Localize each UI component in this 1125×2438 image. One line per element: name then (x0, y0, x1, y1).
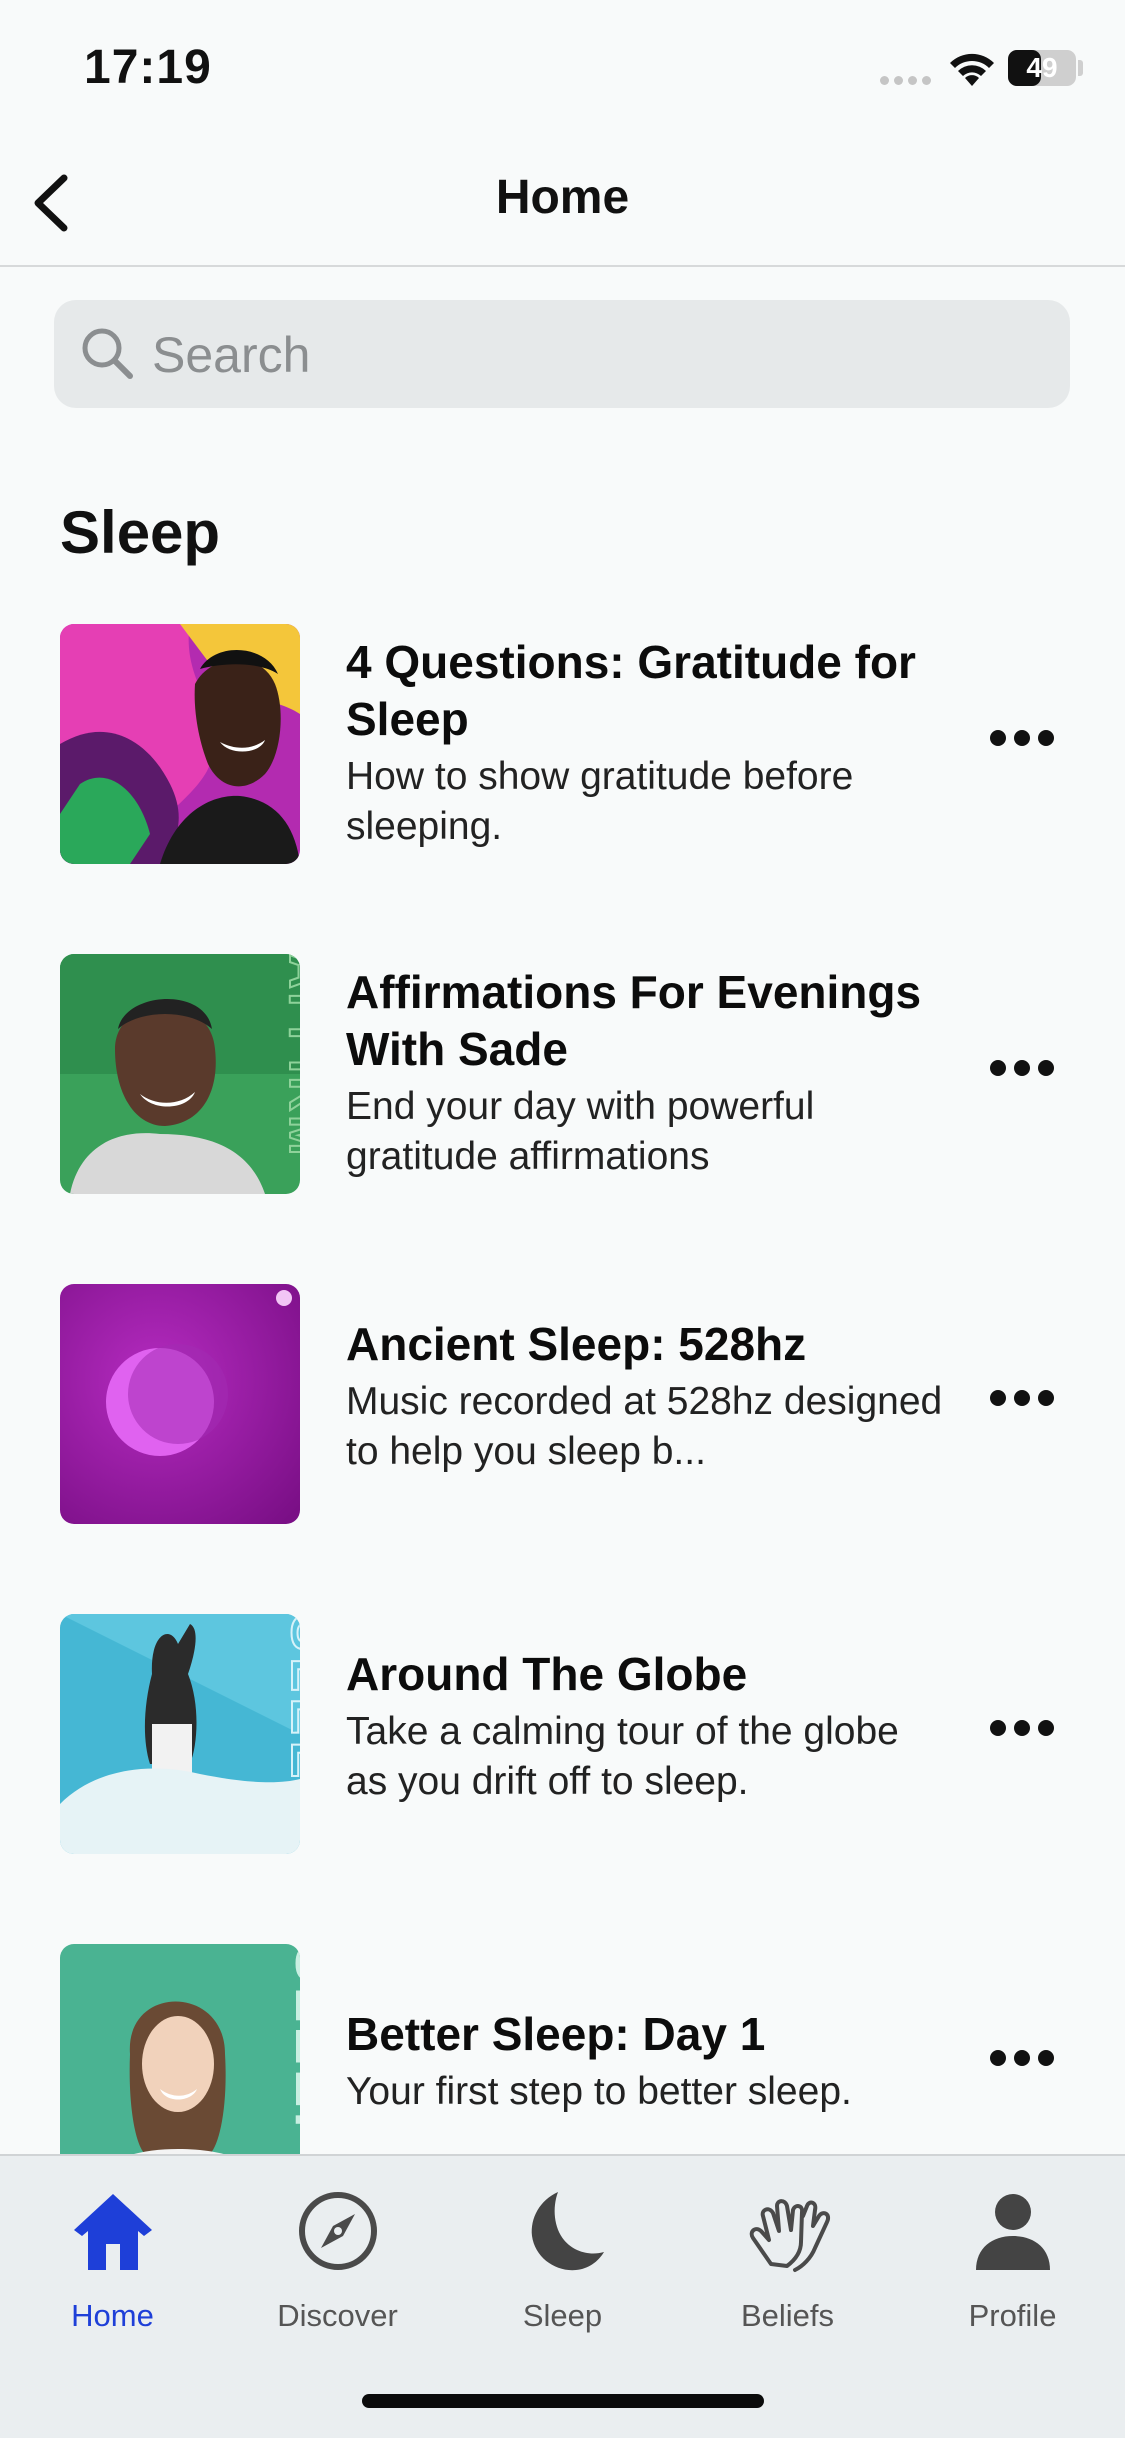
item-title: Better Sleep: Day 1 (346, 2008, 766, 2060)
battery-icon: 49 (1008, 50, 1076, 86)
item-subtitle: Music recorded at 528hz designed to help… (346, 1380, 943, 1473)
item-artwork (60, 624, 300, 864)
page-title: Home (495, 171, 630, 224)
item-artwork: SLEEP (60, 1944, 300, 2184)
tab-label: Sleep (522, 2298, 603, 2333)
section-title: Sleep (60, 499, 221, 566)
item-title: Ancient Sleep: 528hz (346, 1318, 807, 1370)
list-item[interactable]: SLEEP Better Sleep: Day 1 Your first ste… (0, 1944, 1125, 2184)
tab-profile[interactable]: Profile (900, 2186, 1125, 2346)
item-subtitle: Your first step to better sleep. (346, 2070, 852, 2113)
more-options-icon[interactable] (990, 1390, 1062, 1430)
tab-label: Beliefs (740, 2298, 835, 2333)
item-subtitle: Take a calming tour of the globe as you … (346, 1710, 899, 1803)
item-subtitle: How to show gratitude before sleeping. (346, 755, 854, 848)
tab-discover[interactable]: Discover (225, 2186, 450, 2346)
item-artwork: AFFIRM (60, 954, 300, 1194)
cellular-signal-icon (880, 72, 936, 90)
person-icon (975, 2194, 1050, 2270)
home-icon (73, 2194, 152, 2270)
tab-sleep[interactable]: Sleep (450, 2186, 675, 2346)
tab-label: Profile (968, 2298, 1057, 2333)
search-bar[interactable] (54, 300, 1070, 408)
more-options-icon[interactable] (990, 1060, 1062, 1100)
artwork-text: AFFIRM (279, 954, 300, 1159)
list-item[interactable]: 4 Questions: Gratitude for Sleep How to … (0, 624, 1125, 864)
battery-percentage: 49 (1026, 52, 1058, 83)
item-artwork (60, 1284, 300, 1524)
item-title: 4 Questions: Gratitude for Sleep (346, 636, 916, 745)
tab-beliefs[interactable]: Beliefs (675, 2186, 900, 2346)
more-options-icon[interactable] (990, 1720, 1062, 1760)
item-artwork: SLEEP (60, 1614, 300, 1854)
status-time: 17:19 (84, 41, 212, 94)
artwork-text: SLEEP (283, 1944, 300, 2154)
tab-home[interactable]: Home (0, 2186, 225, 2346)
search-icon (82, 328, 133, 379)
moon-icon (531, 2192, 604, 2271)
item-title: Around The Globe (346, 1648, 748, 1700)
search-input[interactable] (150, 320, 1034, 390)
compass-icon (298, 2192, 377, 2270)
more-options-icon[interactable] (990, 2050, 1062, 2090)
list-item[interactable]: Ancient Sleep: 528hz Music recorded at 5… (0, 1284, 1125, 1524)
more-options-icon[interactable] (990, 730, 1062, 770)
navigation-bar: Home (0, 140, 1125, 267)
tab-label: Home (71, 2298, 154, 2333)
item-subtitle: End your day with powerful gratitude aff… (346, 1085, 815, 1178)
list-item[interactable]: AFFIRM Affirmations For Evenings With Sa… (0, 954, 1125, 1194)
home-indicator (362, 2394, 764, 2408)
tab-label: Discover (277, 2298, 398, 2333)
list-item[interactable]: SLEEP Around The Globe Take a calming to… (0, 1614, 1125, 1854)
item-title: Affirmations For Evenings With Sade (346, 966, 922, 1075)
status-bar: 17:19 49 (0, 0, 1125, 140)
hands-icon (749, 2199, 830, 2272)
wifi-icon (950, 53, 994, 86)
